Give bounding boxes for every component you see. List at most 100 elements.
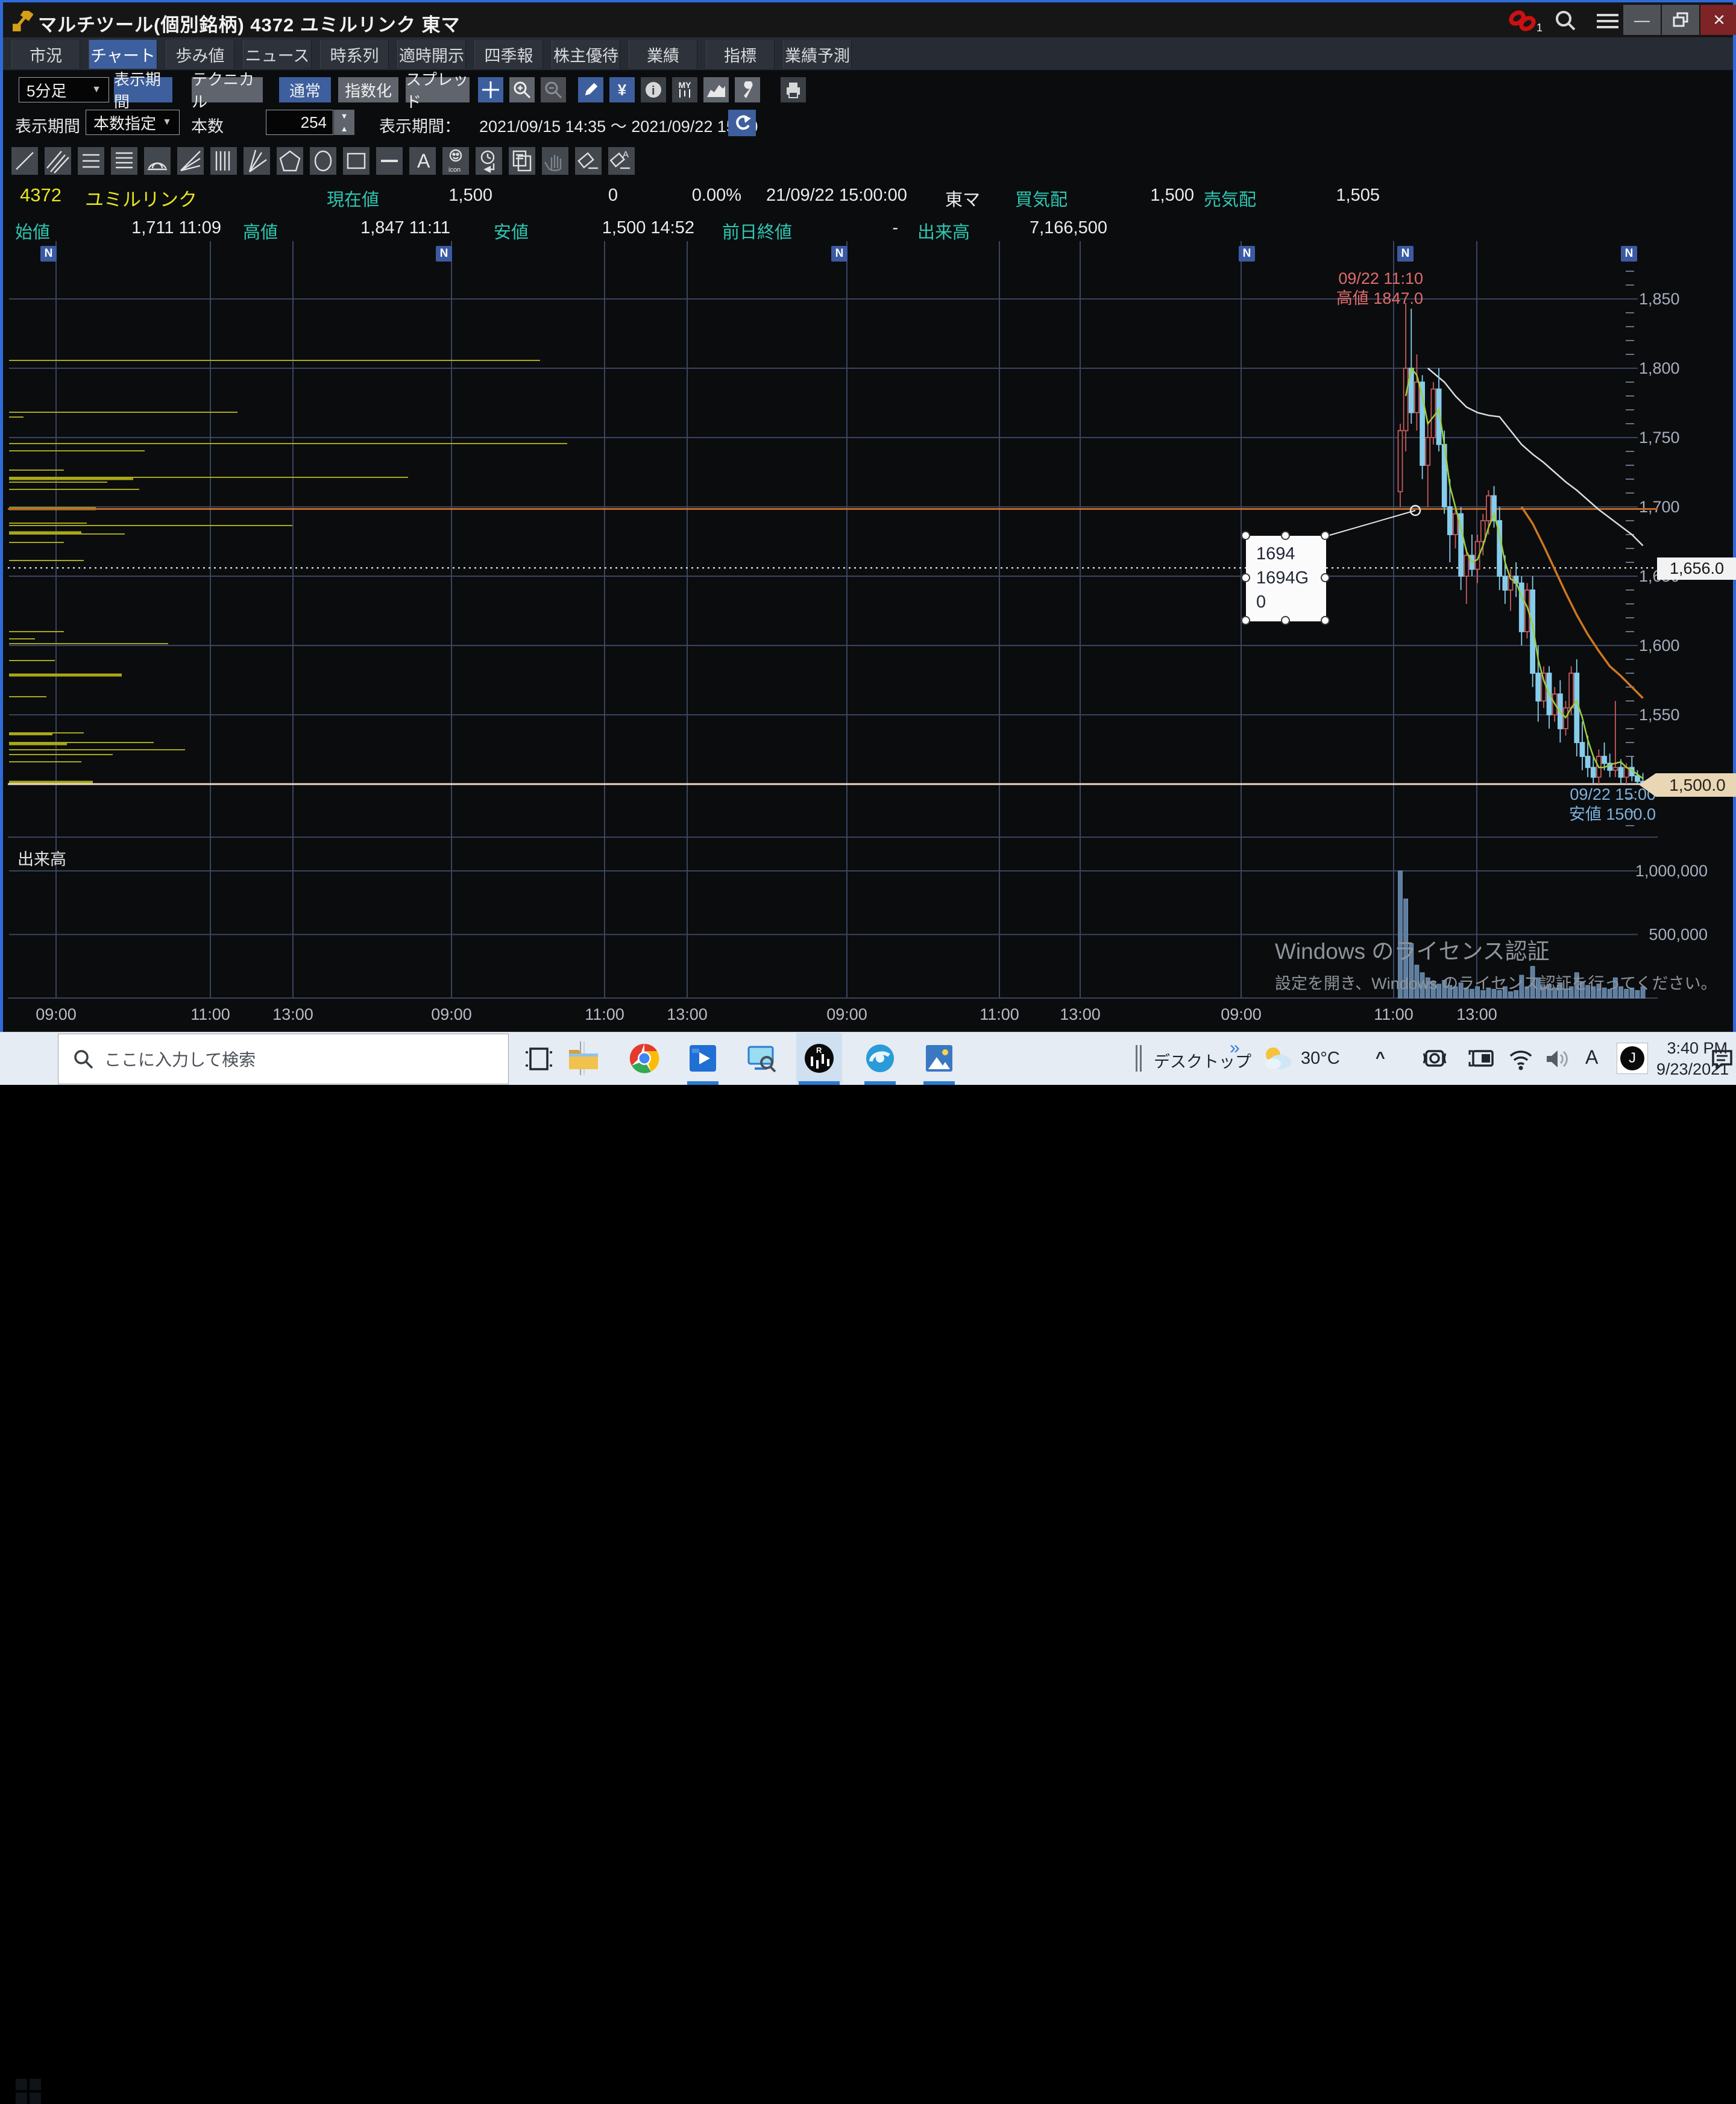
task-view-icon[interactable] — [526, 1046, 552, 1072]
zoom-in-icon[interactable] — [509, 77, 535, 102]
duplicate-icon[interactable] — [509, 147, 535, 175]
bid-label: 買気配 — [1015, 186, 1068, 211]
news-marker-icon[interactable]: N — [40, 246, 57, 262]
search-icon[interactable] — [1555, 10, 1576, 31]
count-up-spinner[interactable]: ▲ — [334, 122, 354, 135]
ime-mode-indicator[interactable]: A — [1585, 1046, 1598, 1069]
bar-count-input[interactable]: 254 — [266, 110, 333, 135]
news-marker-icon[interactable]: N — [831, 246, 848, 262]
indexed-button[interactable]: 指数化 — [338, 77, 398, 102]
svg-text:R: R — [816, 1046, 822, 1055]
chart-app-icon[interactable]: R — [801, 1040, 837, 1076]
weather-icon[interactable] — [1261, 1044, 1295, 1073]
technical-button[interactable]: テクニカル — [192, 77, 263, 102]
ellipse-icon[interactable] — [310, 147, 336, 175]
menu-icon[interactable] — [1596, 12, 1620, 30]
emoticon-icon[interactable]: icon — [442, 147, 469, 175]
taskbar-search-input[interactable]: ここに入力して検索 — [58, 1034, 509, 1084]
hlines-3-icon[interactable] — [78, 147, 104, 175]
annotation-bid: 1694 — [1256, 542, 1326, 566]
volume-icon[interactable] — [1544, 1047, 1572, 1070]
tab-5[interactable]: 適時開示 — [397, 40, 466, 69]
pentagon-icon[interactable] — [277, 147, 303, 175]
quote-annotation-box[interactable]: 1694 1694G 0 — [1246, 536, 1326, 621]
reload-icon[interactable] — [728, 110, 756, 136]
hlines-4-icon[interactable] — [111, 147, 137, 175]
news-marker-icon[interactable]: N — [1621, 246, 1637, 262]
eraser-icon[interactable] — [575, 147, 602, 175]
vlines-icon[interactable] — [210, 147, 237, 175]
camera-tray-icon[interactable] — [1423, 1047, 1447, 1069]
my-chart-icon[interactable]: MY — [672, 77, 697, 102]
fan-lines-icon[interactable] — [177, 147, 204, 175]
fibonacci-arc-icon[interactable] — [144, 147, 171, 175]
pc-search-app-icon[interactable] — [744, 1040, 780, 1076]
zoom-out-icon[interactable] — [541, 77, 566, 102]
pitchfork-icon[interactable] — [244, 147, 270, 175]
clock-arrow-icon[interactable] — [476, 147, 502, 175]
tab-2[interactable]: 歩み値 — [166, 40, 234, 69]
pencil-icon[interactable] — [578, 77, 603, 102]
info-icon[interactable]: i — [641, 77, 666, 102]
action-center-icon[interactable] — [1711, 1047, 1734, 1070]
text-tool-icon[interactable]: A — [409, 147, 436, 175]
tab-selected-1[interactable]: チャート — [89, 40, 157, 69]
news-marker-icon[interactable]: N — [1239, 246, 1255, 262]
tab-6[interactable]: 四季報 — [474, 40, 543, 69]
annotation-resize-handle[interactable] — [1321, 573, 1330, 582]
interval-select[interactable]: 5分足▼ — [19, 77, 109, 102]
drag-hand-icon[interactable] — [542, 147, 568, 175]
battery-icon[interactable] — [1468, 1049, 1495, 1068]
rectangle-icon[interactable] — [343, 147, 370, 175]
annotation-resize-handle[interactable] — [1281, 616, 1290, 625]
tab-10[interactable]: 業績予測 — [783, 40, 852, 69]
crosshair-icon[interactable] — [478, 77, 503, 102]
news-marker-icon[interactable]: N — [436, 246, 452, 262]
file-explorer-icon[interactable] — [565, 1040, 602, 1076]
hline-segment-icon[interactable] — [376, 147, 403, 175]
annotation-resize-handle[interactable] — [1241, 573, 1250, 582]
spread-button[interactable]: スプレッド — [406, 77, 470, 102]
app-running-indicator — [923, 1081, 955, 1085]
start-button[interactable] — [16, 2079, 41, 2104]
svg-text:1,700: 1,700 — [1639, 498, 1680, 516]
annotation-resize-handle[interactable] — [1241, 531, 1250, 540]
tab-4[interactable]: 時系列 — [320, 40, 389, 69]
blue-circle-app-icon[interactable] — [862, 1040, 898, 1076]
tab-7[interactable]: 株主優待 — [552, 40, 620, 69]
annotation-resize-handle[interactable] — [1321, 616, 1330, 625]
desktop-chevron[interactable]: » — [1230, 1038, 1240, 1058]
wrench-icon[interactable] — [735, 77, 760, 102]
link-icon[interactable]: 1 — [1508, 10, 1544, 31]
yen-icon[interactable]: ¥ — [609, 77, 635, 102]
count-down-spinner[interactable]: ▼ — [334, 110, 354, 122]
area-chart-icon[interactable] — [703, 77, 729, 102]
price-chart-canvas[interactable]: 1,8501,8001,7501,7001,6501,6001,5501,000… — [3, 241, 1736, 1034]
chrome-icon[interactable] — [626, 1040, 662, 1076]
close-button[interactable]: ✕ — [1700, 5, 1736, 35]
annotation-resize-handle[interactable] — [1241, 616, 1250, 625]
display-period-button[interactable]: 表示期間 — [114, 77, 172, 102]
tab-3[interactable]: ニュース — [243, 40, 312, 69]
normal-button[interactable]: 通常 — [279, 77, 331, 102]
tab-0[interactable]: 市況 — [11, 40, 80, 69]
period-mode-select[interactable]: 本数指定▼ — [86, 110, 180, 135]
network-wifi-icon[interactable] — [1508, 1047, 1533, 1070]
annotation-resize-handle[interactable] — [1321, 531, 1330, 540]
restore-button[interactable] — [1662, 5, 1699, 35]
tab-9[interactable]: 指標 — [706, 40, 775, 69]
photos-app-icon[interactable] — [921, 1040, 957, 1076]
tab-8[interactable]: 業績 — [629, 40, 697, 69]
annotation-resize-handle[interactable] — [1281, 531, 1290, 540]
parallel-lines-icon[interactable] — [45, 147, 71, 175]
movies-app-icon[interactable] — [685, 1040, 721, 1076]
minimize-button[interactable]: — — [1623, 5, 1661, 35]
hidden-icons-chevron[interactable]: ^ — [1376, 1049, 1385, 1067]
desktop-toolbar-handle[interactable] — [1136, 1045, 1137, 1072]
trendline-icon[interactable] — [11, 147, 38, 175]
print-icon[interactable] — [781, 77, 806, 102]
eraser-all-icon[interactable]: A — [608, 147, 635, 175]
news-marker-icon[interactable]: N — [1397, 246, 1414, 262]
ime-lang-icon[interactable]: J — [1617, 1043, 1648, 1074]
weather-temp[interactable]: 30°C — [1301, 1049, 1340, 1069]
